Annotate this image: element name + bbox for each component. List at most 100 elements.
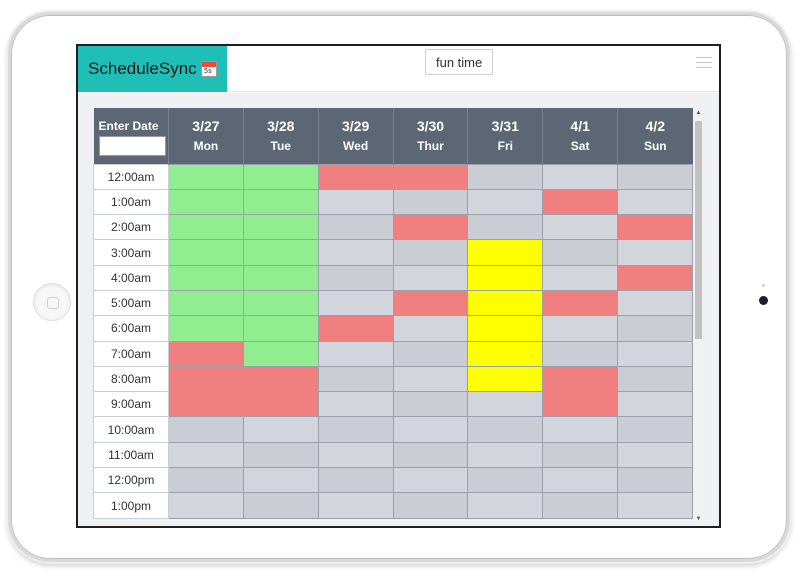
time-slot-cell-free[interactable] <box>168 492 244 519</box>
time-slot-cell-free[interactable] <box>317 467 394 494</box>
time-slot-cell-free[interactable] <box>617 239 693 266</box>
brand-logo[interactable]: ScheduleSync 5s <box>78 46 227 92</box>
time-slot-cell-free[interactable] <box>242 492 319 519</box>
day-header-thur[interactable]: 3/30 Thur <box>392 108 468 164</box>
time-slot-cell-free[interactable] <box>317 340 394 367</box>
time-slot-cell-free[interactable] <box>392 188 469 216</box>
time-slot-cell-free[interactable] <box>617 365 693 393</box>
time-slot-cell-red[interactable] <box>168 365 244 393</box>
scroll-down-arrow-icon[interactable]: ▼ <box>695 515 702 523</box>
vertical-scrollbar[interactable]: ▲ ▼ <box>694 109 703 523</box>
time-slot-cell-free[interactable] <box>392 315 469 342</box>
time-slot-cell-free[interactable] <box>317 492 394 519</box>
time-slot-cell-red[interactable] <box>168 340 244 367</box>
time-slot-cell-green[interactable] <box>242 340 319 367</box>
time-slot-cell-free[interactable] <box>242 441 319 469</box>
time-slot-cell-free[interactable] <box>617 391 693 418</box>
time-slot-cell-red[interactable] <box>542 391 619 418</box>
time-slot-cell-free[interactable] <box>467 492 544 519</box>
time-slot-cell-free[interactable] <box>467 467 544 494</box>
time-slot-cell-green[interactable] <box>242 163 319 190</box>
time-slot-cell-green[interactable] <box>242 239 319 266</box>
time-slot-cell-free[interactable] <box>168 467 244 494</box>
time-slot-cell-free[interactable] <box>317 441 394 469</box>
hamburger-menu-icon[interactable] <box>696 57 712 69</box>
time-slot-cell-green[interactable] <box>242 188 319 216</box>
time-slot-cell-red[interactable] <box>392 163 469 190</box>
time-slot-cell-green[interactable] <box>168 188 244 216</box>
time-slot-cell-free[interactable] <box>542 214 619 241</box>
time-slot-cell-free[interactable] <box>467 188 544 216</box>
day-header-mon[interactable]: 3/27 Mon <box>168 108 244 164</box>
time-slot-cell-free[interactable] <box>467 441 544 469</box>
time-slot-cell-free[interactable] <box>542 340 619 367</box>
time-slot-cell-red[interactable] <box>242 391 319 418</box>
time-slot-cell-red[interactable] <box>542 365 619 393</box>
time-slot-cell-free[interactable] <box>617 467 693 494</box>
time-slot-cell-red[interactable] <box>617 264 693 291</box>
day-header-fri[interactable]: 3/31 Fri <box>467 108 543 164</box>
time-slot-cell-yellow[interactable] <box>467 365 544 393</box>
time-slot-cell-free[interactable] <box>542 264 619 291</box>
time-slot-cell-free[interactable] <box>542 467 619 494</box>
time-slot-cell-red[interactable] <box>542 289 619 317</box>
time-slot-cell-free[interactable] <box>392 340 469 367</box>
time-slot-cell-red[interactable] <box>317 163 394 190</box>
time-slot-cell-green[interactable] <box>168 289 244 317</box>
day-header-wed[interactable]: 3/29 Wed <box>317 108 394 164</box>
time-slot-cell-red[interactable] <box>168 391 244 418</box>
time-slot-cell-free[interactable] <box>317 264 394 291</box>
time-slot-cell-green[interactable] <box>242 289 319 317</box>
time-slot-cell-green[interactable] <box>168 315 244 342</box>
time-slot-cell-free[interactable] <box>392 264 469 291</box>
day-header-sun[interactable]: 4/2 Sun <box>617 108 693 164</box>
time-slot-cell-free[interactable] <box>317 391 394 418</box>
scrollbar-thumb[interactable] <box>695 121 702 339</box>
time-slot-cell-red[interactable] <box>392 214 469 241</box>
time-slot-cell-green[interactable] <box>242 264 319 291</box>
time-slot-cell-free[interactable] <box>542 492 619 519</box>
time-slot-cell-free[interactable] <box>542 163 619 190</box>
time-slot-cell-red[interactable] <box>242 365 319 393</box>
time-slot-cell-red[interactable] <box>317 315 394 342</box>
scroll-up-arrow-icon[interactable]: ▲ <box>695 109 702 117</box>
time-slot-cell-free[interactable] <box>242 416 319 443</box>
time-slot-cell-free[interactable] <box>317 188 394 216</box>
time-slot-cell-free[interactable] <box>542 315 619 342</box>
time-slot-cell-red[interactable] <box>617 214 693 241</box>
time-slot-cell-free[interactable] <box>467 214 544 241</box>
time-slot-cell-free[interactable] <box>467 163 544 190</box>
time-slot-cell-free[interactable] <box>617 163 693 190</box>
time-slot-cell-free[interactable] <box>617 315 693 342</box>
time-slot-cell-free[interactable] <box>317 365 394 393</box>
time-slot-cell-free[interactable] <box>392 391 469 418</box>
time-slot-cell-free[interactable] <box>317 214 394 241</box>
time-slot-cell-green[interactable] <box>242 214 319 241</box>
time-slot-cell-free[interactable] <box>392 467 469 494</box>
time-slot-cell-free[interactable] <box>542 441 619 469</box>
time-slot-cell-free[interactable] <box>392 416 469 443</box>
time-slot-cell-free[interactable] <box>392 239 469 266</box>
time-slot-cell-free[interactable] <box>467 416 544 443</box>
time-slot-cell-green[interactable] <box>168 163 244 190</box>
time-slot-cell-red[interactable] <box>392 289 469 317</box>
time-slot-cell-free[interactable] <box>317 416 394 443</box>
time-slot-cell-free[interactable] <box>392 492 469 519</box>
time-slot-cell-free[interactable] <box>617 289 693 317</box>
time-slot-cell-yellow[interactable] <box>467 289 544 317</box>
time-slot-cell-free[interactable] <box>168 416 244 443</box>
time-slot-cell-yellow[interactable] <box>467 239 544 266</box>
time-slot-cell-yellow[interactable] <box>467 264 544 291</box>
time-slot-cell-free[interactable] <box>542 239 619 266</box>
event-name-button[interactable]: fun time <box>425 49 494 75</box>
time-slot-cell-free[interactable] <box>168 441 244 469</box>
time-slot-cell-free[interactable] <box>617 416 693 443</box>
time-slot-cell-free[interactable] <box>242 467 319 494</box>
date-input[interactable] <box>98 136 166 156</box>
time-slot-cell-free[interactable] <box>317 289 394 317</box>
time-slot-cell-free[interactable] <box>542 416 619 443</box>
time-slot-cell-free[interactable] <box>617 188 693 216</box>
time-slot-cell-free[interactable] <box>392 441 469 469</box>
time-slot-cell-green[interactable] <box>168 264 244 291</box>
time-slot-cell-green[interactable] <box>168 239 244 266</box>
